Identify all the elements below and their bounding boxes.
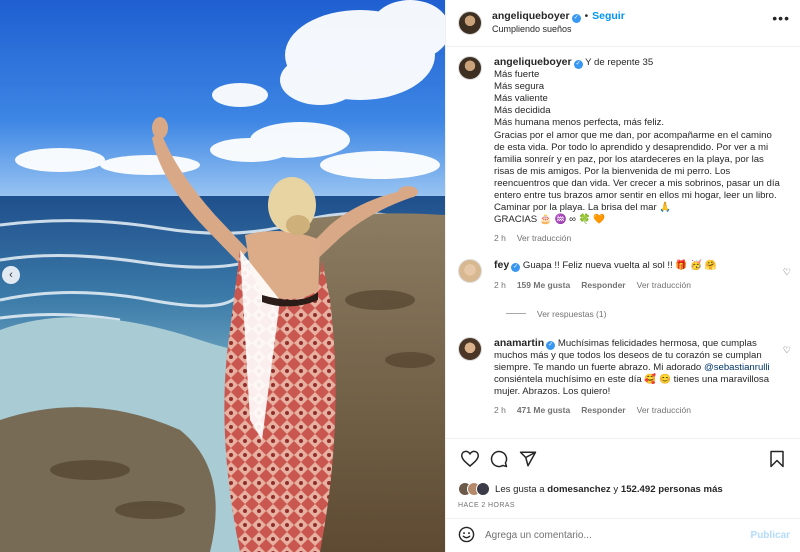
separator: • [584, 11, 589, 22]
translate-link[interactable]: Ver traducción [637, 279, 691, 291]
comment-text: consiéntela muchísimo en este día 🥰 😊 ti… [494, 373, 770, 397]
caption-line: Más segura [494, 81, 545, 93]
likes-summary: Les gusta a domesanchez y 152.492 person… [446, 478, 800, 500]
liker-avatars [458, 482, 490, 496]
avatar[interactable] [458, 259, 482, 284]
caption-time: 2 h [494, 233, 506, 244]
beach-photo [0, 0, 445, 552]
avatar[interactable] [458, 56, 482, 80]
follow-button[interactable]: Seguir [592, 10, 625, 22]
comment-input[interactable] [485, 530, 751, 541]
comments-list[interactable]: angeliqueboyer ✓ Y de repente 35 Más fuer… [446, 47, 800, 438]
view-replies-button[interactable]: Ver respuestas (1) [506, 309, 788, 319]
view-replies-label: Ver respuestas (1) [537, 308, 607, 319]
post-header: angeliqueboyer ✓ • Seguir Cumpliendo sueños… [446, 0, 800, 47]
caption-line: Y de repente 35 [585, 57, 654, 68]
translate-link[interactable]: Ver traducción [517, 232, 571, 244]
add-comment-bar: Publicar [446, 518, 800, 552]
reply-button[interactable]: Responder [581, 404, 625, 416]
share-icon[interactable] [516, 447, 540, 471]
header-subtitle[interactable]: Cumpliendo sueños [492, 23, 625, 36]
caption-username[interactable]: angeliqueboyer [494, 56, 572, 68]
caption-line: Más humana menos perfecta, más feliz. [494, 117, 665, 129]
caption-line: Más decidida [494, 105, 551, 117]
heart-icon[interactable] [458, 447, 482, 471]
comment-likes[interactable]: 471 Me gusta [517, 404, 570, 416]
comment-time: 2 h [494, 405, 506, 416]
more-options-icon[interactable]: ••• [772, 10, 790, 26]
caption-line: GRACIAS 🎂 ♒ ∞ 🍀 🧡 [494, 214, 606, 226]
likes-middle: y [613, 483, 619, 495]
verified-icon: ✓ [511, 263, 521, 273]
post-panel: angeliqueboyer ✓ • Seguir Cumpliendo sueños… [445, 0, 800, 552]
emoji-icon[interactable] [458, 526, 475, 546]
comment-time: 2 h [494, 279, 506, 290]
comment-likes[interactable]: 159 Me gusta [517, 279, 570, 291]
avatar[interactable] [458, 11, 482, 35]
caption-line: Más valiente [494, 93, 548, 105]
comment: fey ✓ Guapa !! Feliz nueva vuelta al sol … [458, 259, 791, 291]
post-time: HACE 2 HORAS [458, 502, 515, 509]
divider [506, 313, 526, 315]
like-comment-icon[interactable]: ♡ [783, 345, 791, 356]
caption: angeliqueboyer ✓ Y de repente 35 Más fuer… [458, 56, 788, 244]
likes-prefix: Les gusta a [495, 483, 545, 495]
comment-username[interactable]: anamartin [494, 337, 544, 349]
reply-button[interactable]: Responder [581, 279, 625, 291]
verified-icon: ✓ [573, 60, 583, 69]
likes-count[interactable]: 152.492 personas más [621, 484, 723, 495]
comment-username[interactable]: fey [494, 259, 509, 271]
caption-line: Gracias por el amor que me dan, por acom… [494, 129, 780, 214]
avatar[interactable] [458, 336, 482, 361]
post-photo[interactable]: ‹ [0, 0, 445, 552]
chevron-left-icon[interactable]: ‹ [2, 266, 20, 284]
action-bar [446, 438, 800, 478]
comment-text: Guapa !! Feliz nueva vuelta al sol !! 🎁 … [522, 260, 717, 272]
like-comment-icon[interactable]: ♡ [783, 267, 791, 278]
publish-button[interactable]: Publicar [751, 530, 790, 541]
comment: anamartin ✓ Muchísimas felicidades hermos… [458, 336, 791, 417]
bookmark-icon[interactable] [765, 447, 789, 471]
mention-link[interactable]: @sebastianrulli [704, 362, 770, 373]
caption-line: Más fuerte [494, 69, 540, 81]
verified-icon: ✓ [571, 14, 581, 23]
comment-icon[interactable] [487, 447, 511, 471]
header-username[interactable]: angeliqueboyer [492, 10, 570, 22]
liker-username[interactable]: domesanchez [547, 484, 610, 495]
verified-icon: ✓ [546, 340, 556, 350]
translate-link[interactable]: Ver traducción [637, 404, 691, 416]
